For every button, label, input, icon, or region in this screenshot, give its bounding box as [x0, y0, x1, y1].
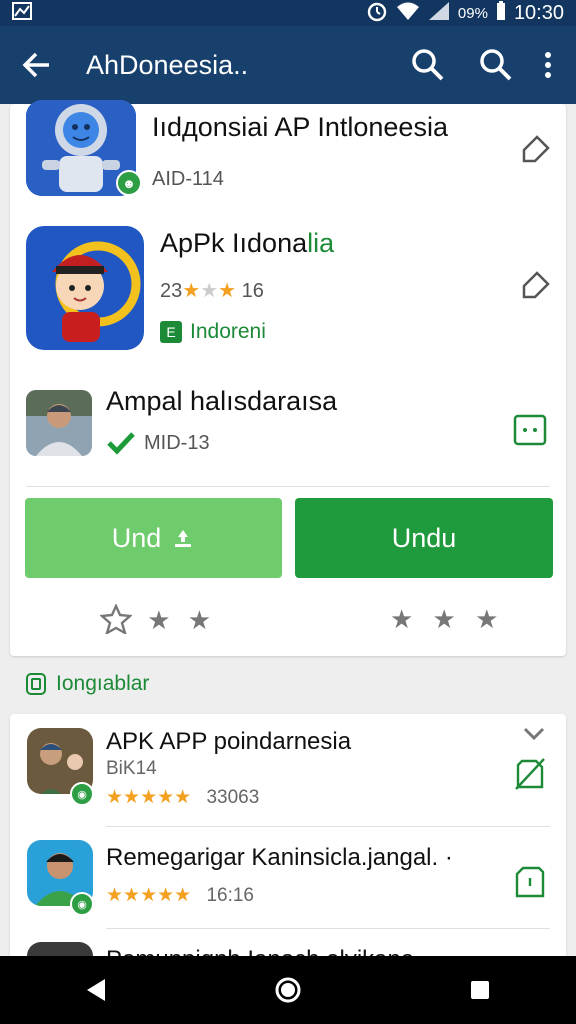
rating-stars-right[interactable]: ★ ★ ★ — [390, 604, 498, 635]
app-title: Iıdдonsiai AP Intloneesia — [152, 112, 448, 142]
app-rating: 23★★★ 16 — [160, 278, 264, 303]
star-icon: ★ — [182, 280, 201, 302]
star-icon: ★★★★★ — [106, 787, 192, 808]
download-button-light[interactable]: Und — [25, 498, 282, 578]
app-item[interactable]: ApPk Iıdonalia 23★★★ 16 E Indoreni — [10, 214, 566, 364]
app-title-accent: lia — [307, 228, 335, 258]
download-icon — [175, 530, 192, 547]
signal-icon — [428, 1, 450, 26]
star-icon: ★ — [432, 604, 456, 634]
app-item[interactable]: Ampal halısdaraısa MID-13 — [10, 374, 566, 484]
back-button[interactable] — [16, 45, 56, 85]
app-title: Ampal halısdaraısa — [106, 386, 338, 416]
divider — [106, 928, 550, 929]
chevron-down-icon[interactable] — [522, 722, 546, 746]
clock: 10:30 — [513, 1, 564, 24]
app-title: ApPk Iıdonalia — [160, 228, 334, 259]
search-icon — [480, 49, 512, 81]
arrow-left-icon — [22, 52, 49, 78]
search-button[interactable] — [406, 43, 450, 87]
square-recents-icon — [471, 981, 489, 999]
rating-stars-left[interactable]: ★ ★ — [99, 603, 212, 641]
star-icon: ★★★★★ — [106, 885, 192, 906]
verified-badge-icon: ◉ — [70, 782, 94, 806]
page-title: AhDoneesia.. — [86, 49, 249, 80]
triangle-back-icon — [87, 979, 105, 1001]
tag-icon[interactable] — [515, 266, 555, 306]
circle-home-icon — [275, 977, 301, 1003]
app-bar: AhDoneesia.. — [0, 26, 576, 104]
battery-icon — [496, 0, 506, 26]
notification-icon — [12, 1, 32, 25]
sim-card-icon[interactable] — [510, 862, 550, 902]
nav-recents-button[interactable] — [450, 960, 510, 1020]
star-icon: ★ — [147, 605, 171, 636]
nav-back-button[interactable] — [66, 960, 126, 1020]
list-rating: ★★★★★ 33063 — [106, 786, 259, 809]
list-item[interactable]: ◉ APK APP poindarnesia BiK14 ★★★★★ 33063 — [10, 714, 566, 826]
app-results-card: ☻ Iıdдonsiai AP Intloneesia AID-114 ApPk… — [10, 100, 566, 656]
no-sim-icon[interactable] — [510, 754, 550, 794]
star-icon: ★ — [200, 280, 219, 302]
divider — [106, 826, 550, 827]
star-icon: ★ — [187, 605, 212, 636]
rating-count: 16:16 — [206, 885, 254, 906]
star-icon: ★ — [390, 604, 414, 634]
section-header: Iongıablar — [26, 672, 149, 696]
app-icon-person — [26, 390, 92, 456]
rating-left: 23 — [160, 280, 183, 302]
status-bar: 09% 10:30 — [0, 0, 576, 26]
verified-badge-icon: ◉ — [70, 892, 94, 916]
app-tag-label: Indoreni — [190, 320, 266, 343]
search-button-2[interactable] — [474, 43, 518, 87]
section-label: Iongıablar — [56, 672, 150, 695]
more-vert-icon — [545, 52, 551, 78]
tag-icon[interactable] — [515, 130, 555, 170]
alarm-icon — [366, 0, 388, 27]
verified-badge-icon: ☻ — [116, 170, 142, 196]
list-sub: BiK14 — [106, 758, 157, 779]
app-list-card: ◉ APK APP poindarnesia BiK14 ★★★★★ 33063… — [10, 714, 566, 974]
navigation-bar — [0, 956, 576, 1024]
nav-home-button[interactable] — [258, 960, 318, 1020]
app-icon-boy — [26, 226, 144, 350]
section-badge-icon — [26, 673, 46, 695]
app-id: AID-114 — [152, 168, 224, 190]
list-title: APK APP poindarnesia — [106, 728, 352, 755]
list-title: Remegarigar Kaninsicla.jangal. · — [106, 844, 453, 871]
check-icon — [106, 428, 136, 458]
star-icon: ★ — [475, 604, 499, 634]
download-button-dark[interactable]: Undu — [295, 498, 553, 578]
battery-percent: 09% — [457, 4, 488, 22]
rating-count: 33063 — [206, 787, 260, 808]
more-options-button[interactable] — [536, 43, 560, 87]
list-item[interactable]: ◉ Remegarigar Kaninsicla.jangal. · ★★★★★… — [10, 828, 566, 928]
dots-box-icon[interactable] — [510, 410, 550, 450]
download-label: Undu — [391, 522, 457, 553]
star-icon: ★ — [218, 280, 237, 302]
star-outline-icon — [99, 603, 133, 641]
download-label: Und — [111, 522, 162, 553]
app-id: MID-13 — [144, 432, 210, 454]
tag-badge-icon: E — [160, 321, 182, 343]
list-rating: ★★★★★ 16:16 — [106, 884, 254, 907]
app-tag: E Indoreni — [160, 320, 266, 344]
divider — [26, 486, 550, 487]
wifi-icon — [396, 1, 420, 26]
app-item[interactable]: ☻ Iıdдonsiai AP Intloneesia AID-114 — [10, 100, 566, 214]
search-icon — [412, 49, 444, 81]
app-title-part: ApPk Iıdona — [160, 228, 308, 258]
rating-right: 16 — [241, 280, 264, 302]
